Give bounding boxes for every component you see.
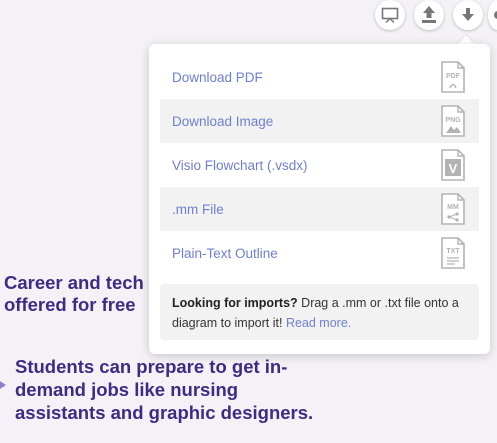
download-button[interactable] [453, 0, 483, 30]
menu-item-label: Download Image [172, 113, 274, 129]
menu-item-download-image[interactable]: Download Image PNG [160, 99, 479, 143]
more-button[interactable] [488, 0, 497, 30]
app-canvas: Career and tech offered for free Student… [0, 0, 497, 443]
menu-item-visio-flowchart[interactable]: Visio Flowchart (.vsdx) V [160, 143, 479, 187]
menu-item-download-pdf[interactable]: Download PDF PDF [160, 55, 479, 99]
diagram-node-text[interactable]: Students can prepare to get in- demand j… [15, 355, 313, 424]
menu-item-label: Download PDF [172, 69, 263, 85]
bullet-arrow-icon [0, 381, 6, 389]
mm-icon-text: MM [447, 204, 459, 211]
png-icon-text: PNG [445, 117, 461, 124]
presentation-icon [381, 7, 399, 23]
visio-icon-text: V [449, 161, 458, 176]
txt-icon-text: TXT [446, 248, 460, 255]
share-icon [421, 5, 437, 25]
pdf-file-icon: PDF [440, 61, 466, 93]
mm-file-icon: MM [440, 193, 466, 225]
read-more-link[interactable]: Read more. [286, 316, 351, 330]
more-icon [493, 8, 497, 22]
visio-file-icon: V [440, 149, 466, 181]
txt-file-icon: TXT [440, 237, 466, 269]
menu-item-label: Visio Flowchart (.vsdx) [172, 157, 308, 173]
png-file-icon: PNG [440, 105, 466, 137]
pdf-icon-text: PDF [446, 73, 461, 80]
menu-item-plain-text-outline[interactable]: Plain-Text Outline TXT [160, 231, 479, 275]
menu-item-mm-file[interactable]: .mm File MM [160, 187, 479, 231]
imports-heading: Looking for imports? [172, 296, 298, 310]
export-options-list: Download PDF PDF Download Image PNG Visi… [160, 55, 479, 275]
share-button[interactable] [414, 0, 444, 30]
imports-info-box: Looking for imports? Drag a .mm or .txt … [160, 284, 479, 340]
download-icon [461, 7, 475, 23]
diagram-node-text[interactable]: Career and tech offered for free [4, 272, 144, 316]
menu-item-label: .mm File [172, 201, 224, 217]
download-menu: Download PDF PDF Download Image PNG Visi… [149, 44, 490, 354]
menu-item-label: Plain-Text Outline [172, 245, 278, 261]
presentation-button[interactable] [375, 0, 405, 30]
